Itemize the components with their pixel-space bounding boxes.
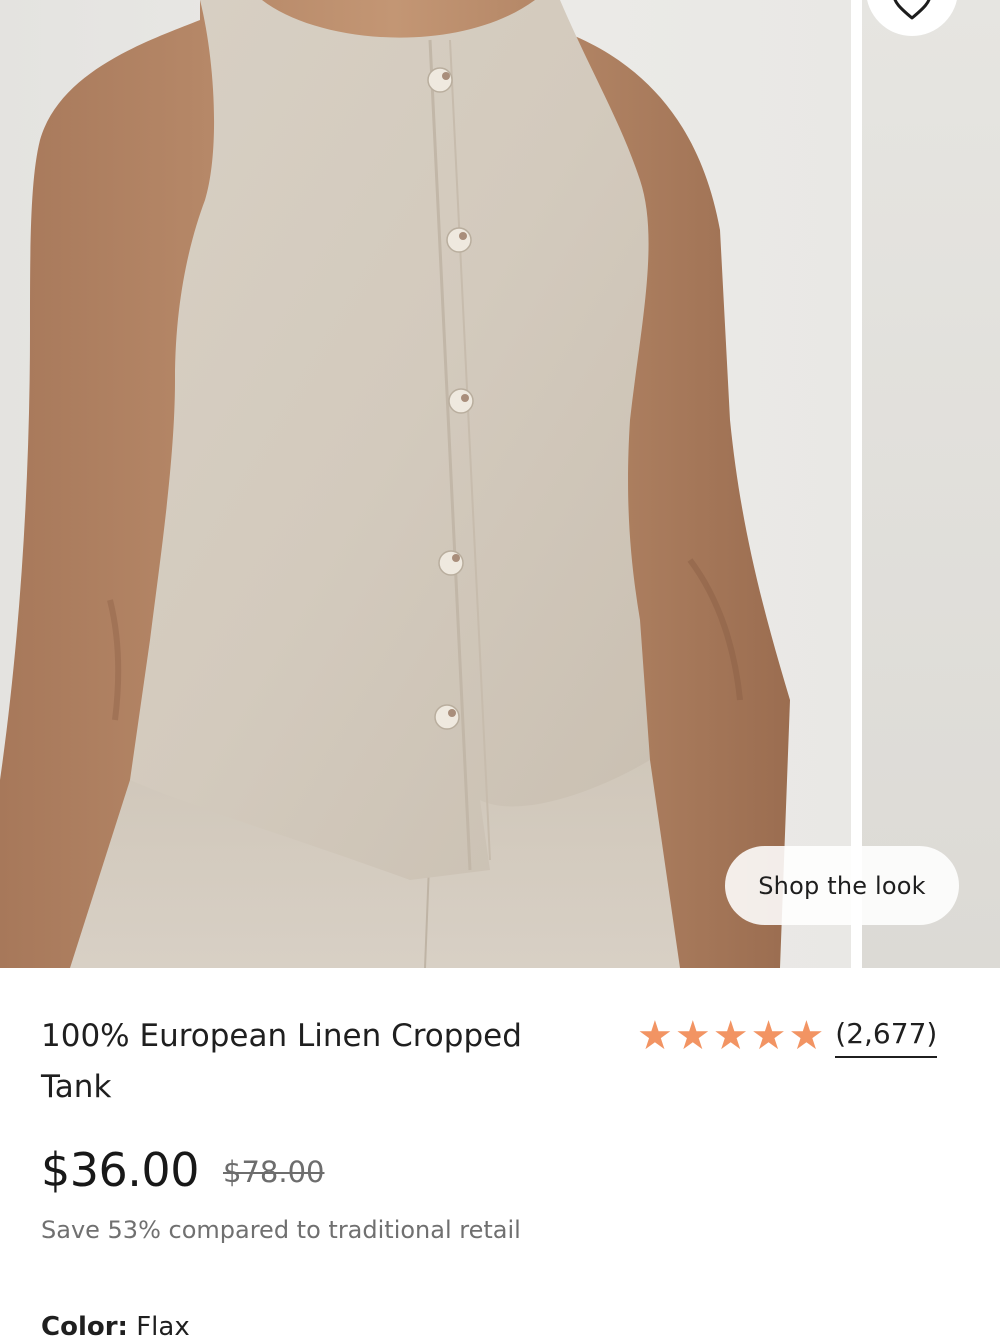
product-photo-back-view[interactable] xyxy=(0,0,851,968)
compare-at-price: $78.00 xyxy=(223,1155,325,1189)
star-rating: ★ ★ ★ ★ ★ xyxy=(637,1014,824,1058)
star-icon: ★ xyxy=(674,1013,711,1059)
review-count-link[interactable]: (2,677) xyxy=(835,1014,938,1058)
star-icon: ★ xyxy=(712,1013,749,1059)
product-image-gallery[interactable]: Shop the look xyxy=(0,0,1000,968)
heart-icon xyxy=(893,0,931,20)
product-title: 100% European Linen Cropped Tank xyxy=(41,1018,522,1105)
color-selector-label: Color: Flax xyxy=(41,1312,190,1342)
gallery-divider xyxy=(851,0,862,968)
star-icon: ★ xyxy=(750,1013,787,1059)
color-value: Flax xyxy=(136,1312,190,1342)
star-icon: ★ xyxy=(637,1013,673,1059)
product-photo-illustration xyxy=(0,0,790,968)
product-rating[interactable]: ★ ★ ★ ★ ★ (2,677) xyxy=(637,1013,938,1059)
savings-text: Save 53% compared to traditional retail xyxy=(41,1216,521,1244)
sale-price: $36.00 xyxy=(41,1143,199,1197)
star-icon: ★ xyxy=(788,1013,825,1059)
color-label: Color: xyxy=(41,1312,128,1342)
shop-the-look-button[interactable]: Shop the look xyxy=(725,846,959,925)
product-photo-next[interactable] xyxy=(862,0,1000,968)
